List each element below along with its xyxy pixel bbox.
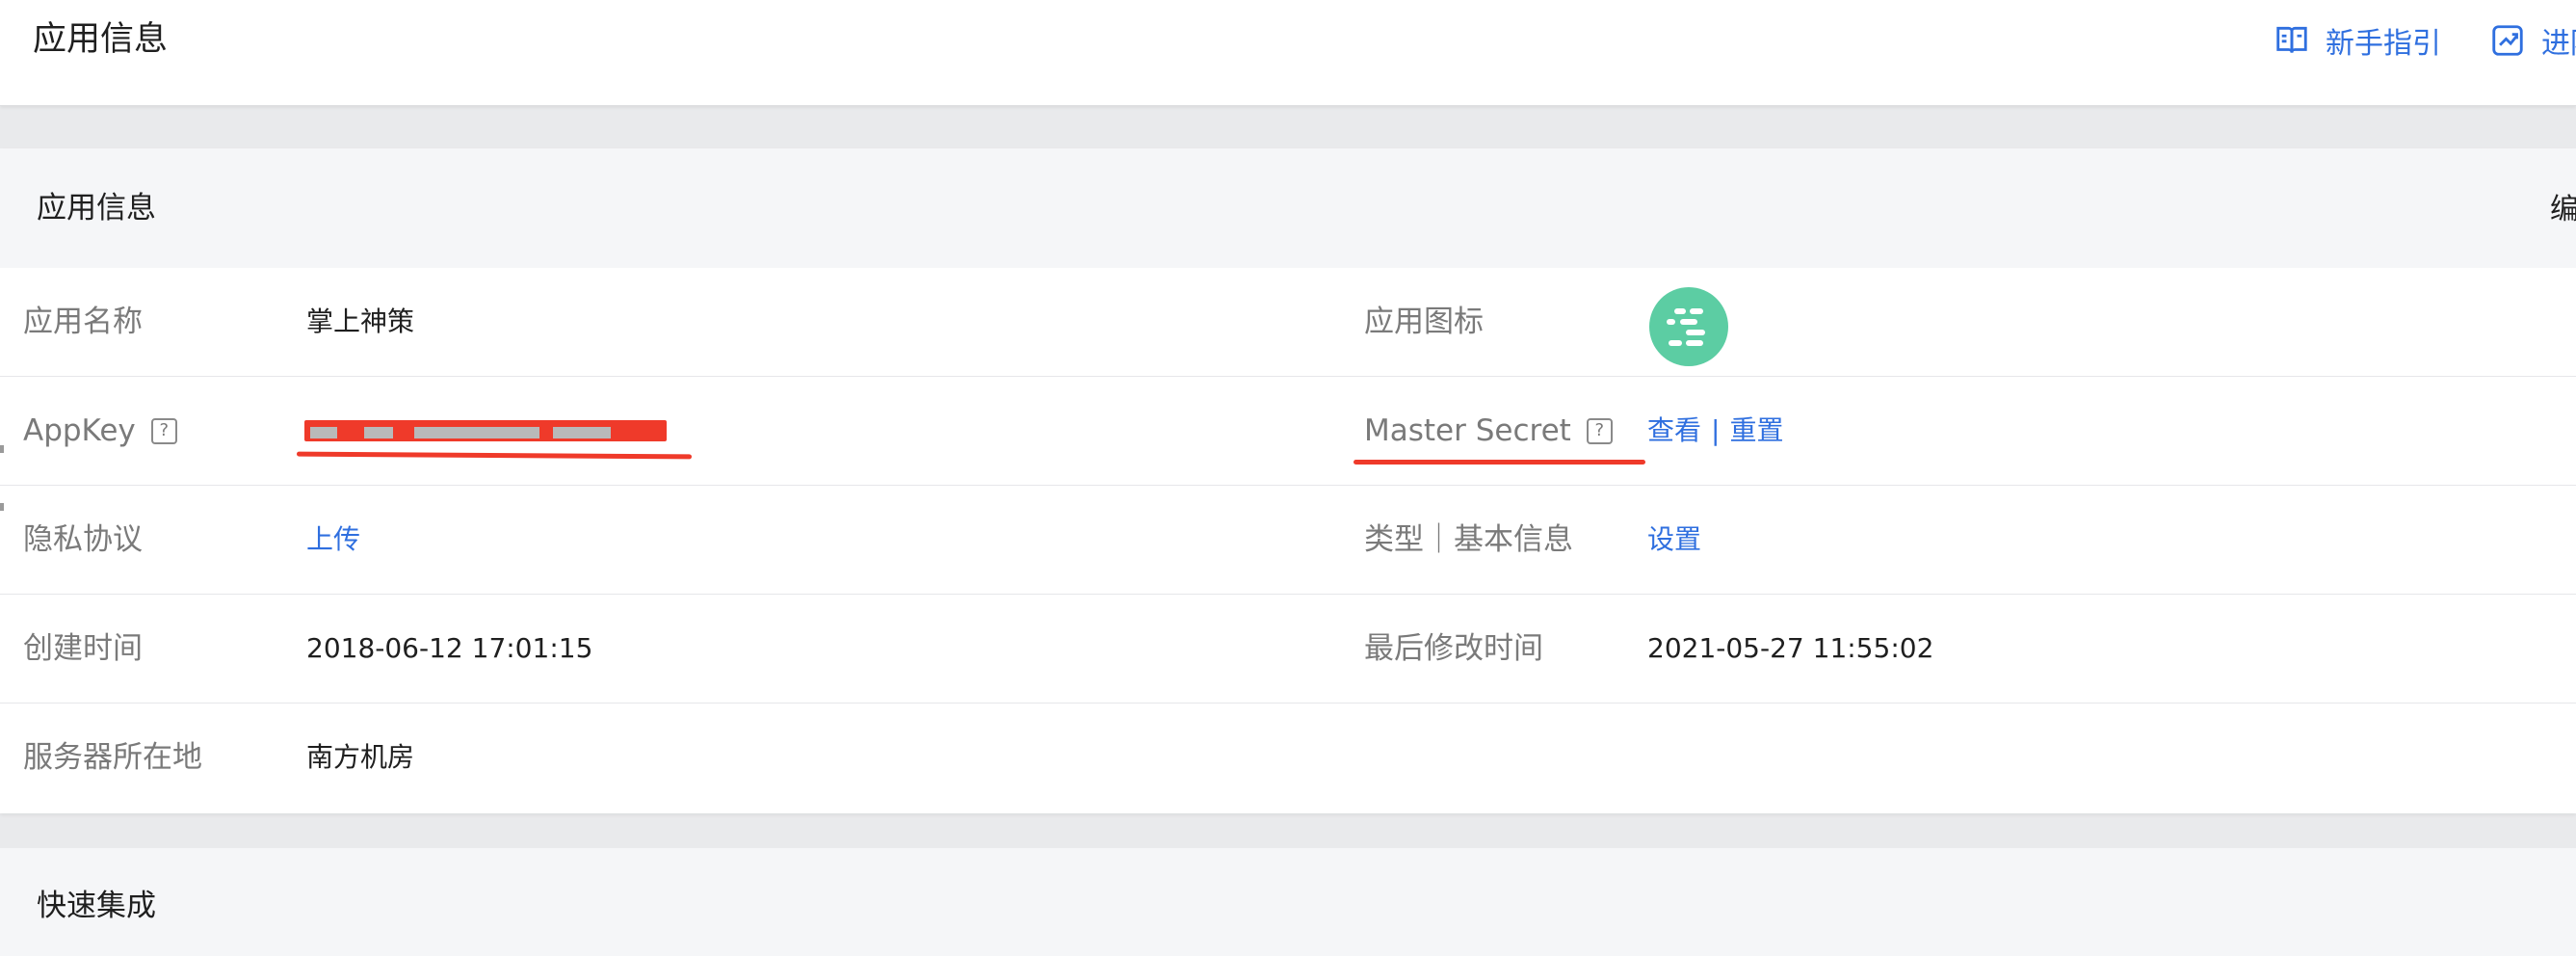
master-secret-label: Master Secret ? (1364, 410, 1613, 452)
appkey-label-text: AppKey (23, 413, 136, 448)
question-icon[interactable]: ? (1586, 417, 1613, 444)
app-icon-label: 应用图标 (1364, 305, 1484, 339)
appkey-pixelation (310, 427, 337, 438)
app-name-row: 应用名称 掌上神策 应用图标 (0, 268, 2576, 377)
time-row: 创建时间 2018-06-12 17:01:15 最后修改时间 2021-05-… (0, 595, 2576, 704)
page-title: 应用信息 (33, 20, 169, 59)
edge-marker (0, 503, 4, 511)
beginner-guide-label: 新手指引 (2326, 27, 2441, 61)
master-secret-label-text: Master Secret (1364, 413, 1571, 448)
edit-button[interactable]: 编 (2550, 189, 2576, 231)
privacy-label: 隐私协议 (23, 522, 143, 557)
book-icon (2276, 26, 2307, 53)
advanced-link[interactable]: 进阶 (2489, 19, 2576, 62)
advanced-label: 进阶 (2541, 27, 2576, 61)
privacy-row: 隐私协议 上传 类型｜基本信息 设置 (0, 486, 2576, 595)
quick-integration-section: 快速集成 (0, 848, 2576, 956)
app-info-card-header: 应用信息 编 (0, 148, 2576, 268)
appkey-redaction-underline (296, 451, 693, 460)
server-location-value: 南方机房 (306, 741, 415, 773)
beginner-guide-link[interactable]: 新手指引 (2274, 19, 2441, 62)
appkey-pixelation (553, 427, 611, 438)
upload-privacy-link[interactable]: 上传 (306, 518, 360, 561)
app-info-section-title: 应用信息 (37, 191, 156, 226)
settings-link[interactable]: 设置 (1647, 518, 1701, 561)
action-separator: | (1711, 414, 1721, 446)
appkey-label: AppKey ? (23, 410, 177, 452)
modified-time-value: 2021-05-27 11:55:02 (1647, 632, 1934, 664)
app-name-value: 掌上神策 (306, 305, 415, 337)
server-location-label: 服务器所在地 (23, 740, 202, 775)
view-secret-link[interactable]: 查看 (1647, 410, 1701, 452)
question-icon[interactable]: ? (150, 417, 177, 444)
created-time-label: 创建时间 (23, 631, 143, 666)
master-secret-actions: 查看 | 重置 (1647, 410, 1783, 452)
server-location-row: 服务器所在地 南方机房 (0, 704, 2576, 812)
quick-integration-title: 快速集成 (37, 889, 156, 923)
trend-chart-icon (2492, 25, 2523, 56)
app-logo-icon (1649, 287, 1728, 366)
type-basic-info-label: 类型｜基本信息 (1364, 522, 1573, 557)
appkey-row: AppKey ? Master Secret ? 查看 | 重置 (0, 377, 2576, 486)
reset-secret-link[interactable]: 重置 (1729, 410, 1783, 452)
appkey-pixelation (414, 427, 539, 438)
appkey-pixelation (364, 427, 393, 438)
created-time-value: 2018-06-12 17:01:15 (306, 632, 593, 664)
modified-time-label: 最后修改时间 (1364, 631, 1543, 666)
app-info-card: 应用信息 编 应用名称 掌上神策 应用图标 AppKey ? Master Se… (0, 148, 2576, 813)
master-secret-highlight (1354, 460, 1645, 465)
top-bar: 应用信息 新手指引 进阶 (0, 0, 2576, 106)
edge-marker (0, 445, 4, 453)
app-name-label: 应用名称 (23, 305, 143, 339)
